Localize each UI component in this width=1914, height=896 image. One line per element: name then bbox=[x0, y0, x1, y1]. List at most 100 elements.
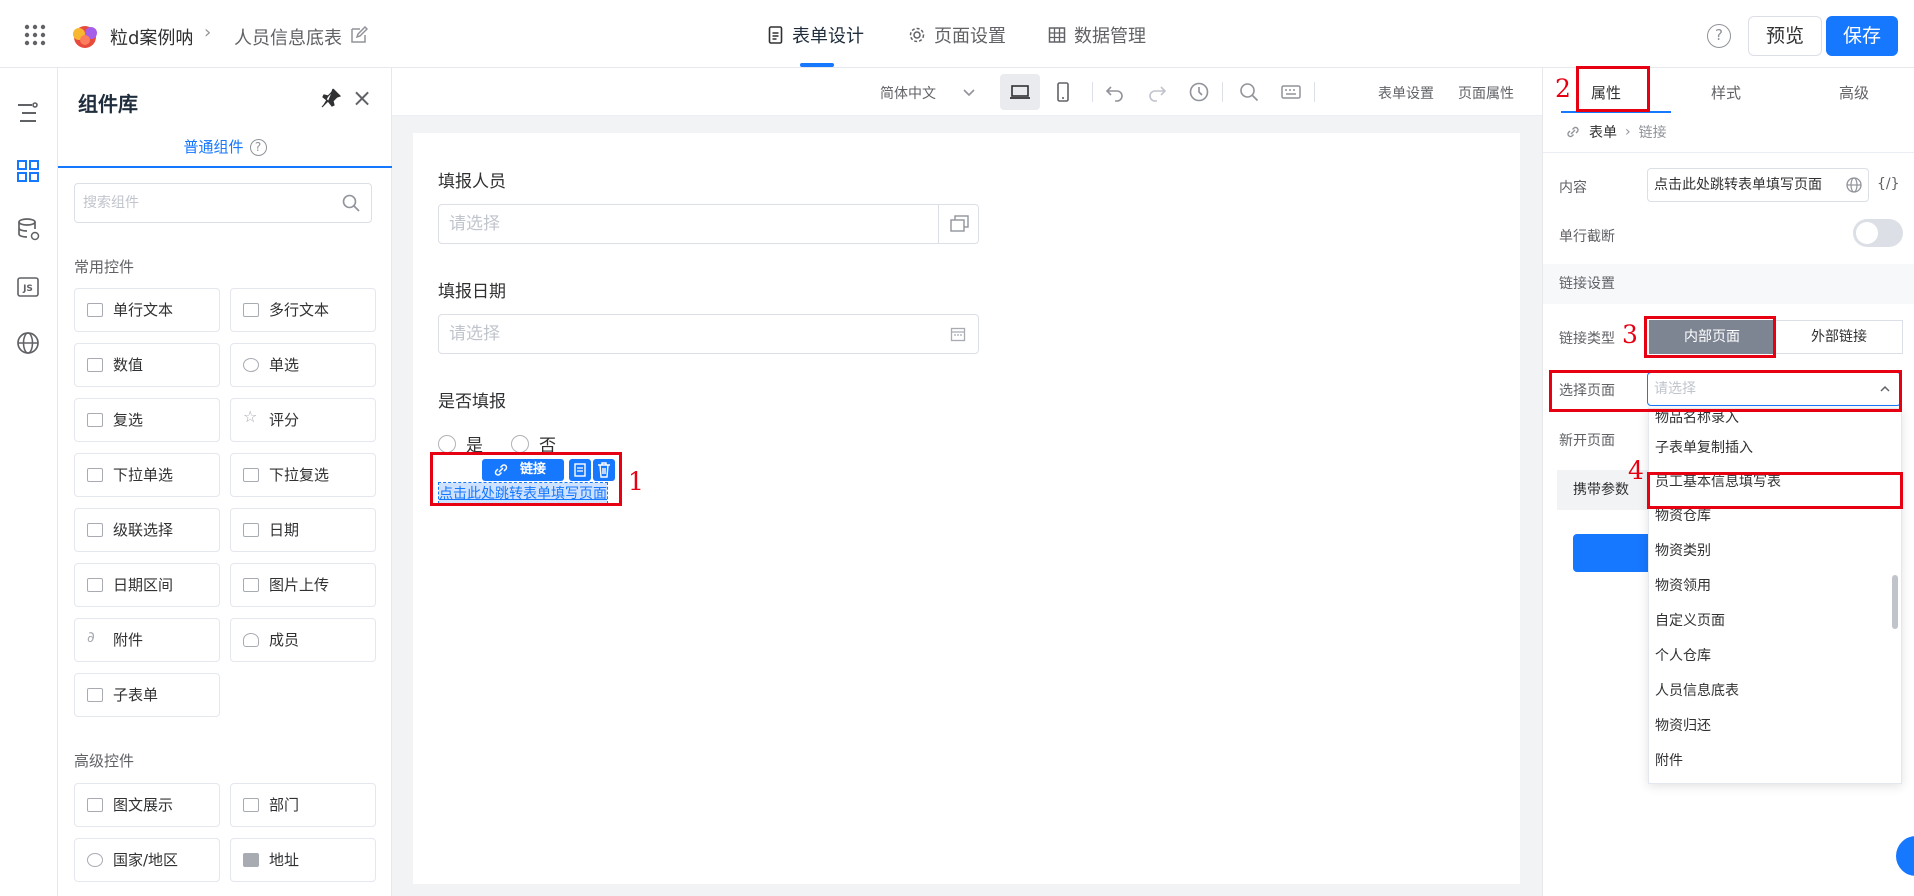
redo-icon[interactable] bbox=[1146, 81, 1168, 103]
comp-date-range[interactable]: 日期区间 bbox=[74, 563, 220, 607]
add-param-button[interactable] bbox=[1573, 534, 1653, 572]
comp-checkbox[interactable]: 复选 bbox=[74, 398, 220, 442]
desktop-icon[interactable] bbox=[1009, 81, 1031, 103]
report-date-picker[interactable]: 请选择 bbox=[438, 314, 979, 354]
comp-member[interactable]: 成员 bbox=[230, 618, 376, 662]
breadcrumb-root[interactable]: 表单 bbox=[1589, 122, 1617, 142]
comp-dropdown-single[interactable]: 下拉单选 bbox=[74, 453, 220, 497]
database-icon[interactable] bbox=[15, 216, 41, 242]
search-icon[interactable] bbox=[1238, 81, 1260, 103]
tab-common-components[interactable]: 普通组件? bbox=[58, 136, 392, 168]
department-icon bbox=[243, 798, 259, 812]
annotation-number-1: 1 bbox=[628, 467, 644, 496]
annotation-box-4 bbox=[1647, 472, 1903, 509]
radio-circle-icon bbox=[511, 434, 529, 453]
comp-rich-display[interactable]: 图文展示 bbox=[74, 783, 220, 827]
dropdown-option[interactable]: 物资归还 bbox=[1655, 715, 1711, 735]
date-range-icon bbox=[87, 578, 103, 592]
globe-icon[interactable] bbox=[1845, 176, 1863, 194]
comp-radio[interactable]: 单选 bbox=[230, 343, 376, 387]
comp-attachment[interactable]: ∂ 附件 bbox=[74, 618, 220, 662]
component-library-panel: 组件库 × 普通组件? 搜索组件 常用控件 单行文本 多行文本 数值 单选 复选… bbox=[58, 68, 392, 896]
comp-date[interactable]: 日期 bbox=[230, 508, 376, 552]
comp-label: 图文展示 bbox=[113, 796, 174, 814]
dropdown-option[interactable]: 个人仓库 bbox=[1655, 645, 1711, 665]
form-settings-link[interactable]: 表单设置 bbox=[1378, 83, 1434, 103]
comp-country-region[interactable]: 国家/地区 bbox=[74, 838, 220, 882]
comp-label: 多行文本 bbox=[269, 301, 330, 319]
textarea-icon bbox=[243, 303, 259, 317]
subform-icon bbox=[87, 688, 103, 702]
comp-label: 下拉单选 bbox=[113, 466, 174, 484]
comp-address[interactable]: 地址 bbox=[230, 838, 376, 882]
tab-page-settings[interactable]: 页面设置 bbox=[908, 22, 1006, 48]
comp-dropdown-multi[interactable]: 下拉复选 bbox=[230, 453, 376, 497]
dropdown-icon bbox=[87, 468, 103, 482]
field-label-filled: 是否填报 bbox=[438, 392, 506, 412]
number-icon bbox=[87, 358, 103, 372]
help-icon[interactable]: ? bbox=[249, 139, 267, 156]
edit-icon[interactable] bbox=[350, 26, 368, 44]
comp-label: 单选 bbox=[269, 356, 300, 374]
comp-single-line-text[interactable]: 单行文本 bbox=[74, 288, 220, 332]
comp-label: 附件 bbox=[113, 631, 144, 649]
dropdown-option[interactable]: 附件 bbox=[1655, 750, 1683, 770]
left-rail: JS bbox=[0, 68, 58, 896]
comp-label: 图片上传 bbox=[269, 576, 330, 594]
pin-icon[interactable] bbox=[320, 87, 342, 109]
js-icon[interactable]: JS bbox=[15, 274, 41, 300]
app-name[interactable]: 粒d案例呐 bbox=[110, 24, 193, 50]
reporter-select[interactable]: 请选择 bbox=[438, 204, 979, 244]
help-icon[interactable]: ? bbox=[1707, 24, 1731, 48]
close-icon[interactable]: × bbox=[352, 84, 372, 112]
chevron-down-icon[interactable] bbox=[958, 81, 980, 103]
mobile-icon[interactable] bbox=[1052, 81, 1074, 103]
keyboard-icon[interactable] bbox=[1280, 81, 1302, 103]
dropdown-option[interactable]: 自定义页面 bbox=[1655, 610, 1725, 630]
language-select[interactable]: 简体中文 bbox=[880, 83, 936, 103]
toolbar-divider bbox=[1092, 82, 1093, 102]
search-input[interactable]: 搜索组件 bbox=[74, 183, 372, 223]
components-icon[interactable] bbox=[15, 158, 41, 184]
page-props-link[interactable]: 页面属性 bbox=[1458, 83, 1514, 103]
content-input[interactable]: 点击此处跳转表单填写页面 bbox=[1647, 168, 1869, 202]
app-grid-icon[interactable] bbox=[24, 24, 46, 46]
save-button[interactable]: 保存 bbox=[1826, 16, 1898, 56]
formula-button[interactable]: {/} bbox=[1877, 176, 1900, 192]
member-picker-button[interactable] bbox=[938, 205, 978, 243]
comp-number[interactable]: 数值 bbox=[74, 343, 220, 387]
outline-icon[interactable] bbox=[15, 100, 41, 126]
annotation-number-4: 4 bbox=[1628, 456, 1644, 485]
page-name[interactable]: 人员信息底表 bbox=[234, 24, 342, 50]
field-label-report-date: 填报日期 bbox=[438, 282, 506, 302]
comp-rating[interactable]: ☆ 评分 bbox=[230, 398, 376, 442]
radio-icon bbox=[243, 358, 259, 372]
comp-multi-line-text[interactable]: 多行文本 bbox=[230, 288, 376, 332]
tab-form-design[interactable]: 表单设计 bbox=[768, 22, 864, 48]
link-type-external-button[interactable]: 外部链接 bbox=[1775, 320, 1903, 354]
dropdown-option[interactable]: 子表单复制插入 bbox=[1655, 437, 1753, 457]
comp-department[interactable]: 部门 bbox=[230, 783, 376, 827]
tab-styles[interactable]: 样式 bbox=[1711, 82, 1741, 103]
single-line-toggle[interactable] bbox=[1853, 219, 1903, 247]
dropdown-option[interactable]: 人员信息底表 bbox=[1655, 680, 1739, 700]
undo-icon[interactable] bbox=[1104, 81, 1126, 103]
history-icon[interactable] bbox=[1188, 81, 1210, 103]
globe-icon bbox=[87, 853, 103, 867]
tab-data-management[interactable]: 数据管理 bbox=[1048, 22, 1146, 48]
preview-button[interactable]: 预览 bbox=[1748, 16, 1822, 56]
toggle-knob bbox=[1856, 222, 1878, 244]
tab-advanced[interactable]: 高级 bbox=[1839, 82, 1869, 103]
globe-icon[interactable] bbox=[15, 330, 41, 356]
dropdown-option[interactable]: 物资类别 bbox=[1655, 540, 1711, 560]
dropdown-option[interactable]: 物资领用 bbox=[1655, 575, 1711, 595]
comp-subform[interactable]: 子表单 bbox=[74, 673, 220, 717]
dropdown-scrollbar[interactable] bbox=[1892, 575, 1898, 629]
gear-icon bbox=[909, 27, 925, 43]
copy-icon bbox=[950, 215, 969, 232]
svg-text:JS: JS bbox=[22, 284, 33, 294]
comp-cascader[interactable]: 级联选择 bbox=[74, 508, 220, 552]
comp-image-upload[interactable]: 图片上传 bbox=[230, 563, 376, 607]
comp-label: 级联选择 bbox=[113, 521, 174, 539]
star-icon: ☆ bbox=[243, 407, 258, 426]
